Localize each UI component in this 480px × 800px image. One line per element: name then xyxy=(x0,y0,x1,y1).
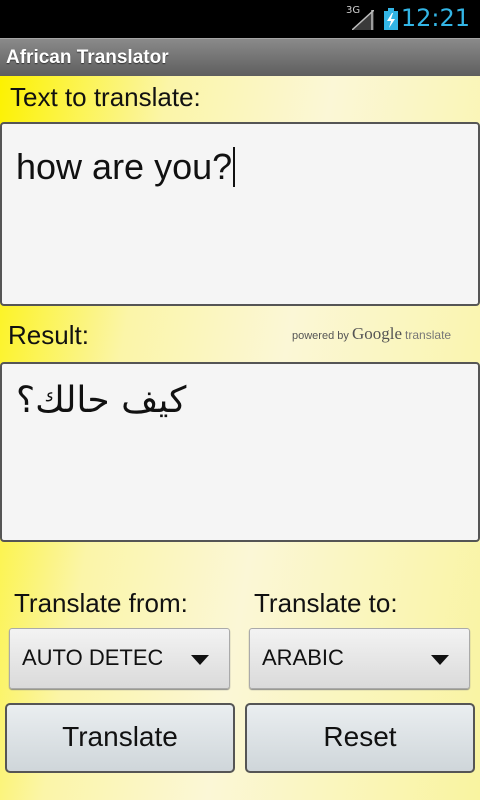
title-bar: African Translator xyxy=(0,38,480,76)
result-label: Result: xyxy=(8,320,89,350)
result-textbox: كيف حالك؟ xyxy=(0,362,480,542)
status-bar: 3G 12:21 xyxy=(0,0,480,38)
dropdown-arrow-icon xyxy=(431,655,449,665)
powered-by-google: powered by Google translate xyxy=(292,324,451,344)
input-value: how are you? xyxy=(16,146,233,187)
battery-charging-icon xyxy=(384,8,398,30)
translate-button[interactable]: Translate xyxy=(5,703,235,773)
main-content: Text to translate: how are you? Result: … xyxy=(0,76,480,800)
from-language-select[interactable]: AUTO DETECT xyxy=(9,628,230,689)
from-language-value: AUTO DETECT xyxy=(22,645,162,670)
powered-translate-text: translate xyxy=(405,328,452,342)
app-title: African Translator xyxy=(6,47,169,68)
text-cursor xyxy=(233,147,236,187)
result-text: كيف حالك؟ xyxy=(16,380,187,421)
input-label: Text to translate: xyxy=(10,82,201,112)
to-label: Translate to: xyxy=(254,588,398,618)
powered-by-text: powered by xyxy=(292,330,349,342)
dropdown-arrow-icon xyxy=(191,655,209,665)
signal-icon xyxy=(352,10,374,30)
input-text[interactable]: how are you? xyxy=(16,146,236,188)
to-language-select[interactable]: ARABIC xyxy=(249,628,470,689)
from-label: Translate from: xyxy=(14,588,188,618)
reset-button[interactable]: Reset xyxy=(245,703,475,773)
clock: 12:21 xyxy=(400,4,470,32)
google-logo: Google xyxy=(351,324,402,343)
input-textbox[interactable]: how are you? xyxy=(0,122,480,306)
to-language-value: ARABIC xyxy=(262,645,344,670)
